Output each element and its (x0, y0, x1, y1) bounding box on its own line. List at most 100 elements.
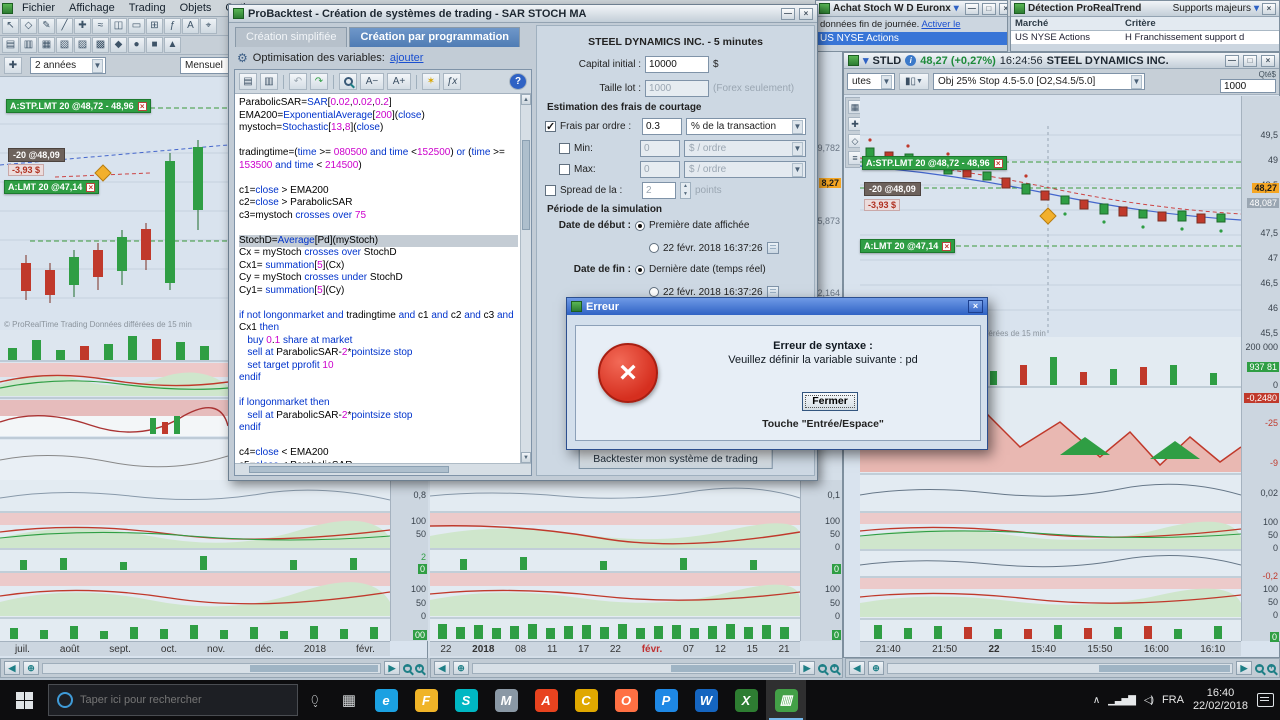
fee-input[interactable] (642, 118, 682, 135)
right-titlebar[interactable]: ▾ STLD i 48,27 (+0,27%) 16:24:56 STEEL D… (844, 53, 1279, 69)
close-button[interactable]: × (968, 300, 983, 313)
detection-table-row[interactable]: US NYSE Actions H Franchissement support… (1011, 31, 1279, 44)
menu-item[interactable]: Fichier (15, 1, 62, 15)
dialog-titlebar[interactable]: ProBacktest - Création de systèmes de tr… (229, 5, 817, 23)
chevron-down-icon[interactable]: ▾ (863, 54, 869, 67)
tip-icon[interactable]: ✶ (422, 73, 440, 90)
min-checkbox[interactable] (559, 143, 570, 154)
drawing-tool-icon[interactable]: ▭ (128, 18, 145, 34)
drawing-tool-icon[interactable]: ⌖ (200, 18, 217, 34)
close-button[interactable]: × (1262, 2, 1276, 15)
network-icon[interactable]: ▁▃▅▇ (1108, 695, 1136, 706)
chart-tool-icon[interactable]: ▲ (164, 37, 181, 53)
calendar-icon[interactable] (766, 242, 779, 254)
drawing-tool-icon[interactable]: ◫ (110, 18, 127, 34)
drawing-tool-icon[interactable]: ƒ (164, 18, 181, 34)
trade-label-exit[interactable]: -20 @48,09 (864, 182, 921, 196)
settings-button[interactable]: ⊕ (868, 661, 884, 675)
trade-label-stop-limit[interactable]: A:STP.LMT 20 @48,72 - 48,96 × (6, 99, 151, 113)
maximize-button[interactable]: □ (1243, 54, 1257, 67)
store[interactable]: S (446, 680, 486, 720)
chart-tool-icon[interactable]: ● (128, 37, 145, 53)
code-horizontal-scrollbar[interactable] (235, 463, 531, 475)
scroll-up-icon[interactable]: ▲ (521, 94, 531, 105)
trade-label-limit[interactable]: A:LMT 20 @47,14 × (4, 180, 100, 194)
capital-input[interactable] (645, 56, 709, 73)
trade-label-exit[interactable]: -20 @48,09 (8, 148, 65, 162)
antivirus[interactable]: A (526, 680, 566, 720)
photos[interactable]: P (646, 680, 686, 720)
zoom-in-icon[interactable]: + (415, 662, 424, 673)
chart-tool-icon[interactable]: ▥ (20, 37, 37, 53)
redo-icon[interactable]: ↷ (310, 73, 328, 90)
settings-button[interactable]: ⊕ (453, 661, 469, 675)
fee-unit-select[interactable]: % de la transaction ▼ (686, 118, 806, 135)
close-button[interactable]: × (1261, 54, 1275, 67)
close-icon[interactable]: × (993, 158, 1003, 168)
drawing-tool-icon[interactable]: ✚ (74, 18, 91, 34)
info-icon[interactable]: i (905, 55, 917, 66)
trade-label-limit[interactable]: A:LMT 20 @47,14 × (860, 239, 956, 253)
clock[interactable]: 16:40 22/02/2018 (1193, 687, 1248, 713)
error-titlebar[interactable]: Erreur × (567, 298, 987, 315)
chart-tool-icon[interactable]: ■ (146, 37, 163, 53)
zoom-out-icon[interactable]: − (818, 662, 827, 673)
spread-stepper[interactable]: ▲ ▼ (680, 182, 691, 199)
chevron-down-icon[interactable]: ▾ (954, 3, 959, 14)
close-button[interactable]: × (799, 7, 813, 20)
chevron-down-icon[interactable]: ▾ (1254, 3, 1259, 14)
chrome[interactable]: C (566, 680, 606, 720)
drawing-tool-icon[interactable]: ✎ (38, 18, 55, 34)
scroll-down-icon[interactable]: ▼ (521, 452, 531, 463)
minimize-button[interactable]: — (964, 2, 979, 15)
close-icon[interactable]: × (137, 101, 147, 111)
start-date-radio[interactable] (649, 243, 659, 253)
zoom-out-icon[interactable]: − (1255, 662, 1264, 673)
drawing-tool-icon[interactable]: ≈ (92, 18, 109, 34)
scroll-right-button[interactable]: ▶ (384, 661, 400, 675)
task-view-icon[interactable]: ▦ (332, 680, 366, 720)
scroll-left-button[interactable]: ◀ (434, 661, 450, 675)
end-last-radio[interactable] (635, 264, 645, 275)
search-input[interactable] (80, 694, 270, 706)
add-variable-link[interactable]: ajouter (390, 52, 424, 64)
drawing-tool-icon[interactable]: A (182, 18, 199, 34)
search-icon[interactable] (339, 73, 357, 90)
scrollbar[interactable] (887, 662, 1233, 674)
insert-function-button[interactable]: ƒx (443, 73, 461, 90)
add-icon[interactable]: ✚ (4, 57, 22, 74)
close-button[interactable]: × (998, 2, 1007, 15)
volume-icon[interactable]: ◁) (1144, 695, 1154, 706)
detection-mode[interactable]: Supports majeurs (1173, 3, 1251, 14)
scanner-titlebar[interactable]: Achat Stoch W D Euronx ▾ — □ × (816, 1, 1007, 17)
scrollbar[interactable] (472, 662, 796, 674)
activate-link[interactable]: Activer le (921, 19, 960, 30)
help-icon[interactable]: ? (509, 73, 527, 90)
minimize-button[interactable]: — (1225, 54, 1239, 67)
spread-checkbox[interactable] (545, 185, 556, 196)
mail[interactable]: M (486, 680, 526, 720)
scroll-right-button[interactable]: ▶ (799, 661, 815, 675)
tray-expand-icon[interactable]: ∧ (1093, 695, 1100, 706)
copy-icon[interactable]: ▤ (239, 73, 257, 90)
min-unit-select[interactable]: $ / ordre ▼ (684, 140, 806, 157)
scrollbar[interactable] (42, 662, 381, 674)
lot-size-input[interactable] (645, 80, 709, 97)
language-indicator[interactable]: FRA (1162, 694, 1184, 706)
fee-checkbox[interactable] (545, 120, 556, 133)
font-larger-button[interactable]: A+ (387, 73, 411, 90)
zoom-in-icon[interactable]: + (830, 662, 839, 673)
scroll-left-button[interactable]: ◀ (4, 661, 20, 675)
scanner-selected-market[interactable]: US NYSE Actions (816, 32, 1007, 45)
spread-input[interactable] (642, 182, 676, 199)
zoom-in-icon[interactable]: + (1267, 662, 1276, 673)
file-explorer[interactable]: F (406, 680, 446, 720)
firefox[interactable]: O (606, 680, 646, 720)
undo-icon[interactable]: ↶ (289, 73, 307, 90)
settings-button[interactable]: ⊕ (23, 661, 39, 675)
chart-tool-icon[interactable]: ▨ (74, 37, 91, 53)
chart-style-button[interactable]: ▮▯ ▼ (899, 73, 929, 90)
max-unit-select[interactable]: $ / ordre ▼ (684, 161, 806, 178)
error-close-button[interactable]: Fermer (802, 392, 858, 411)
close-icon[interactable]: × (942, 241, 952, 251)
